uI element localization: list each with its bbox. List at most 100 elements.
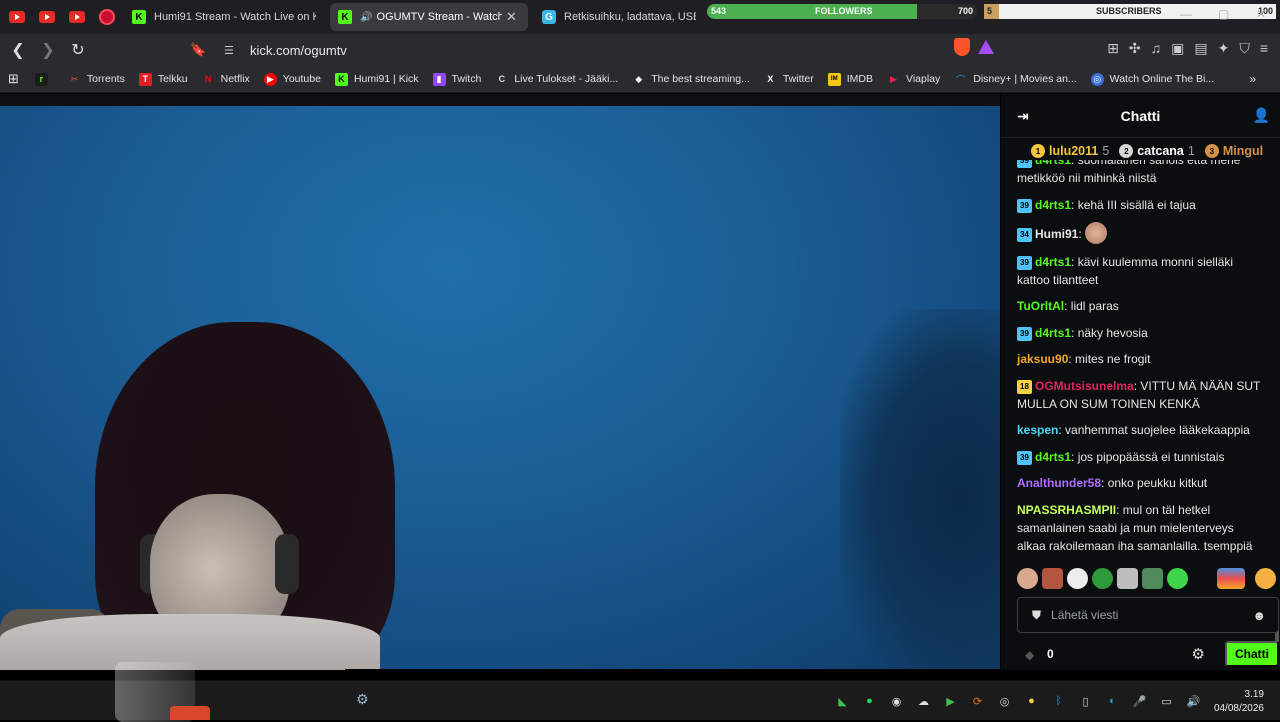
- play-icon[interactable]: ▶: [944, 695, 957, 708]
- chat-username[interactable]: d4rts1: [1035, 255, 1071, 269]
- bookmark-icon[interactable]: 🔖: [190, 42, 210, 58]
- chat-username[interactable]: d4rts1: [1035, 160, 1071, 167]
- chat-username[interactable]: jaksuu90: [1017, 352, 1068, 366]
- forward-icon[interactable]: ❯: [36, 38, 60, 62]
- emote-map[interactable]: [1142, 568, 1163, 589]
- extensions-icon[interactable]: ✣: [1129, 40, 1141, 57]
- app-icon[interactable]: ●: [1025, 695, 1038, 708]
- system-clock[interactable]: 3.19 04/08/2026: [1214, 688, 1264, 716]
- gear-icon[interactable]: ⚙: [1192, 645, 1205, 663]
- chat-input-placeholder[interactable]: Lähetä viesti: [1051, 608, 1118, 622]
- close-icon[interactable]: ✕: [506, 9, 520, 25]
- chat-username[interactable]: d4rts1: [1035, 450, 1071, 464]
- emote-duck[interactable]: [1067, 568, 1088, 589]
- address-bar[interactable]: 🔖 ☰ kick.com/ogumtv: [190, 38, 1000, 62]
- pinned-tab-youtube-2[interactable]: [36, 6, 58, 28]
- bookmark-youtube[interactable]: ▶ Youtube: [263, 72, 321, 86]
- vpn-icon[interactable]: ⛉: [1239, 40, 1250, 57]
- pinned-tab-youtube-3[interactable]: [66, 6, 88, 28]
- cloud-icon[interactable]: ☁: [917, 695, 930, 708]
- discord-icon[interactable]: ◉: [890, 695, 903, 708]
- spotify-icon[interactable]: ●: [863, 695, 876, 708]
- bookmark-twitch[interactable]: ▮ Twitch: [432, 72, 481, 86]
- chat-username[interactable]: NPASSRHASMPII: [1017, 503, 1116, 517]
- emote-pepe[interactable]: [1092, 568, 1113, 589]
- minimize-icon[interactable]: —: [1180, 7, 1192, 21]
- chat-username[interactable]: Humi91: [1035, 227, 1078, 241]
- collapse-chat-icon[interactable]: ⇥: [1017, 108, 1029, 125]
- video-player[interactable]: [0, 94, 1000, 670]
- send-chat-button[interactable]: Chatti: [1225, 641, 1279, 667]
- chat-username[interactable]: kespen: [1017, 423, 1058, 437]
- back-icon[interactable]: ❮: [6, 38, 30, 62]
- chat-username[interactable]: OGMutsisunelma: [1035, 379, 1134, 393]
- translate-icon[interactable]: ⊞: [1107, 40, 1119, 57]
- volume-icon[interactable]: 🔊: [1187, 695, 1201, 708]
- sync-icon[interactable]: ⟳: [971, 695, 984, 708]
- bookmark-live-tulokset[interactable]: C Live Tulokset - Jääki...: [495, 73, 619, 86]
- maximize-icon[interactable]: ▢: [1218, 7, 1229, 21]
- chat-username[interactable]: Analthunder58: [1017, 476, 1101, 490]
- bookmark-telkku[interactable]: T Telkku: [138, 72, 188, 86]
- wallet-icon[interactable]: ▤: [1194, 40, 1207, 57]
- emote-angry[interactable]: [1042, 568, 1063, 589]
- bookmark-viaplay[interactable]: ▶ Viaplay: [887, 73, 940, 86]
- chat-username[interactable]: TuOrltAl: [1017, 299, 1064, 313]
- bookmark-disney[interactable]: ⌒ Disney+ | Movies an...: [954, 73, 1076, 86]
- brave-shield-icon[interactable]: [954, 38, 970, 56]
- emote-frog[interactable]: [1167, 568, 1188, 589]
- leaderboard-entry[interactable]: 3 Mingul: [1204, 144, 1267, 158]
- emote-blank[interactable]: [1192, 568, 1213, 589]
- speaker-icon[interactable]: 🔊: [360, 12, 372, 23]
- bluetooth-icon[interactable]: ᛒ: [1052, 695, 1065, 708]
- gear-icon[interactable]: ⚙: [356, 691, 369, 708]
- bookmark-watch-online[interactable]: ◎ Watch Online The Bi...: [1090, 72, 1214, 86]
- emoji-icon[interactable]: ☻: [1252, 608, 1266, 623]
- emote-cat[interactable]: [1117, 568, 1138, 589]
- bookmark-twitter[interactable]: X Twitter: [764, 73, 813, 86]
- users-icon[interactable]: 👤: [1253, 107, 1270, 124]
- pinned-tab-youtube-1[interactable]: [6, 6, 28, 28]
- leaderboard-entry[interactable]: 1 lulu2011 5: [1031, 144, 1109, 158]
- site-settings-icon[interactable]: ☰: [224, 44, 244, 57]
- tab-retkisuihku[interactable]: G Retkisuihku, ladattava, USB | Clas: [534, 3, 704, 31]
- chat-username[interactable]: d4rts1: [1035, 198, 1071, 212]
- steam-icon[interactable]: ◎: [998, 695, 1011, 708]
- shield-icon[interactable]: ⛊: [1032, 608, 1041, 623]
- network-icon[interactable]: ▭: [1160, 695, 1173, 708]
- reload-icon[interactable]: ↻: [66, 38, 90, 62]
- nvidia-icon[interactable]: ◣: [836, 695, 849, 708]
- leaderboard-entry[interactable]: 2 catcana 1: [1119, 144, 1195, 158]
- usb-icon[interactable]: ▯: [1079, 695, 1092, 708]
- tab-ogumtv[interactable]: K 🔊 OGUMTV Stream - Watch Live on Kick ✕: [330, 3, 528, 31]
- emote-cat-face[interactable]: [1255, 568, 1276, 589]
- leo-ai-icon[interactable]: ✦: [1218, 40, 1230, 57]
- bookmark-r[interactable]: r: [34, 72, 54, 86]
- edge-icon[interactable]: ◐: [1106, 695, 1119, 708]
- emote-rainbow[interactable]: [1217, 568, 1245, 589]
- leaderboard-count: 5: [1102, 144, 1110, 158]
- chat-username[interactable]: d4rts1: [1035, 326, 1071, 340]
- bookmark-streaming[interactable]: ◆ The best streaming...: [632, 73, 750, 86]
- chat-colon: :: [1116, 502, 1123, 517]
- rank-medal-icon: 1: [1031, 144, 1045, 158]
- bookmark-netflix[interactable]: N Netflix: [202, 73, 250, 86]
- pinned-tab-red[interactable]: [96, 6, 118, 28]
- kick-icon: K: [334, 72, 348, 86]
- more-bookmarks-icon[interactable]: »: [1249, 72, 1256, 86]
- video-shadow: [840, 309, 1000, 670]
- media-icon[interactable]: ♫: [1151, 40, 1162, 57]
- sidebar-icon[interactable]: ▣: [1171, 40, 1184, 57]
- emote-face[interactable]: [1017, 568, 1038, 589]
- apps-icon[interactable]: ⊞: [8, 71, 19, 87]
- brave-rewards-icon[interactable]: [978, 40, 994, 54]
- bookmark-imdb[interactable]: IM IMDB: [827, 72, 873, 86]
- bookmark-humi91-kick[interactable]: K Humi91 | Kick: [334, 72, 419, 86]
- tab-humi91[interactable]: K Humi91 Stream - Watch Live on Kick: [124, 3, 324, 31]
- url-text[interactable]: kick.com/ogumtv: [250, 43, 347, 58]
- bookmark-torrents[interactable]: ✂ Torrents: [68, 73, 125, 86]
- window-close-icon[interactable]: ✕: [1256, 7, 1266, 21]
- chat-input[interactable]: ⛊ Lähetä viesti ☻: [1017, 597, 1279, 633]
- menu-icon[interactable]: ≡: [1260, 40, 1268, 57]
- microphone-icon[interactable]: 🎤: [1133, 695, 1147, 708]
